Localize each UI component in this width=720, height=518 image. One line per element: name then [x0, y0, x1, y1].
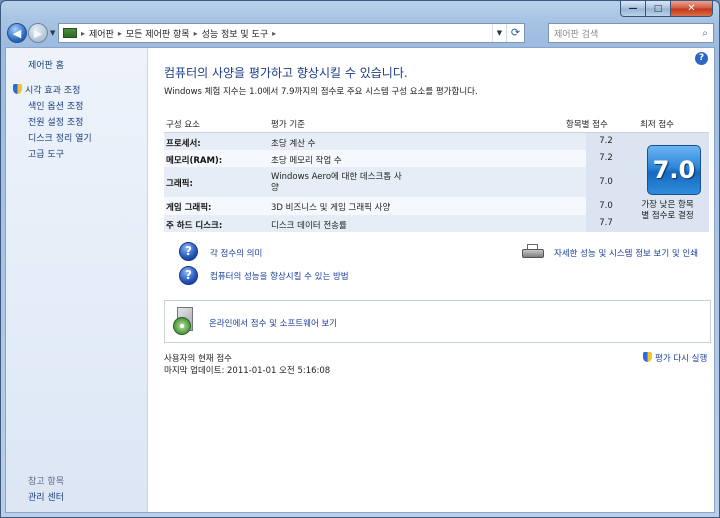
navigation-bar: ◀ ▶ ▼ ▸ 제어판 ▸ 모든 제어판 항목 ▸ 성능 정보 및 도구 ▸ ▼… — [5, 21, 715, 47]
refresh-icon[interactable]: ⟳ — [506, 24, 524, 42]
printer-icon[interactable] — [522, 244, 544, 260]
sidebar-item-visual-effects[interactable]: 시각 효과 조정 — [13, 83, 80, 96]
rerun-label: 평가 다시 실행 — [655, 354, 708, 364]
address-dropdown-icon[interactable]: ▼ — [492, 24, 506, 42]
current-score-label: 사용자의 현재 점수 — [164, 354, 232, 364]
table-row — [164, 133, 626, 150]
breadcrumb-all-items[interactable]: 모든 제어판 항목 — [123, 27, 193, 40]
window-frame: — □ ✕ ◀ ▶ ▼ ▸ 제어판 ▸ 모든 제어판 항목 ▸ 성능 정보 및 … — [0, 0, 720, 518]
row-component: 주 하드 디스크: — [166, 221, 223, 231]
row-score: 7.2 — [586, 133, 626, 150]
main-panel: ? 컴퓨터의 사양을 평가하고 향상시킬 수 있습니다. Windows 체험 … — [149, 48, 714, 512]
detailed-info-link[interactable]: 자세한 성능 및 시스템 정보 보기 및 인쇄 — [554, 247, 698, 259]
help-icon[interactable]: ? — [695, 52, 708, 65]
control-panel-icon — [63, 28, 77, 38]
software-disc-icon — [173, 307, 195, 337]
row-score: 7.0 — [586, 167, 626, 197]
row-description: 3D 비즈니스 및 게임 그래픽 사양 — [271, 203, 391, 213]
table-row — [164, 197, 626, 215]
base-score-caption-line2: 별 점수로 결정 — [641, 211, 694, 221]
table-row — [164, 150, 626, 167]
back-button[interactable]: ◀ — [7, 23, 27, 43]
address-bar[interactable]: ▸ 제어판 ▸ 모든 제어판 항목 ▸ 성능 정보 및 도구 ▸ ▼ ⟳ — [58, 23, 525, 43]
magnifier-icon[interactable]: ⌕ — [697, 28, 713, 39]
question-help-icon[interactable]: ? — [179, 266, 198, 285]
row-component: 메모리(RAM): — [166, 156, 223, 166]
base-score-caption: 가장 낮은 항목 별 점수로 결정 — [626, 200, 709, 222]
sidebar-item-power-settings[interactable]: 전원 설정 조정 — [28, 115, 83, 128]
last-update-label: 마지막 업데이트: 2011-01-01 오전 5:16:08 — [164, 366, 331, 376]
improve-performance-link[interactable]: 컴퓨터의 성능을 향상시킬 수 있는 방법 — [210, 270, 349, 282]
question-help-icon[interactable]: ? — [179, 242, 198, 261]
row-component: 게임 그래픽: — [166, 203, 212, 213]
intro-text: Windows 체험 지수는 1.0에서 7.9까지의 점수로 주요 시스템 구… — [164, 87, 478, 97]
sidebar-item-disk-cleanup[interactable]: 디스크 정리 열기 — [28, 131, 92, 144]
breadcrumb-control-panel[interactable]: 제어판 — [86, 27, 117, 40]
uac-shield-icon — [13, 84, 22, 94]
row-description: 초당 메모리 작업 수 — [271, 156, 342, 166]
row-component: 그래픽: — [166, 179, 193, 189]
sidebar-item-advanced-tools[interactable]: 고급 도구 — [28, 147, 64, 160]
table-row — [164, 215, 626, 232]
header-subscore: 항목별 점수 — [566, 120, 608, 130]
search-input[interactable]: 제어판 검색 — [554, 27, 697, 40]
row-description: Windows Aero에 대한 데스크톱 사 — [271, 172, 402, 182]
uac-shield-icon — [643, 352, 652, 362]
header-rated: 평가 기준 — [271, 120, 305, 130]
row-score: 7.7 — [586, 215, 626, 232]
row-description: 디스크 데이터 전송률 — [271, 221, 347, 231]
row-score: 7.2 — [586, 150, 626, 167]
see-also-heading: 참고 항목 — [28, 477, 64, 487]
row-score: 7.0 — [586, 197, 626, 215]
row-component: 프로세서: — [166, 139, 201, 149]
forward-button[interactable]: ▶ — [28, 23, 48, 43]
content-area: 제어판 홈 시각 효과 조정 색인 옵션 조정 전원 설정 조정 디스크 정리 … — [5, 47, 715, 513]
maximize-button[interactable]: □ — [646, 1, 671, 17]
header-component: 구성 요소 — [166, 120, 200, 130]
page-title: 컴퓨터의 사양을 평가하고 향상시킬 수 있습니다. — [164, 66, 408, 80]
sidebar-item-label: 시각 효과 조정 — [25, 86, 81, 96]
row-description: 초당 계산 수 — [271, 139, 316, 149]
sidebar: 제어판 홈 시각 효과 조정 색인 옵션 조정 전원 설정 조정 디스크 정리 … — [6, 48, 148, 512]
caption-buttons: — □ ✕ — [620, 1, 713, 17]
recent-pages-dropdown-icon[interactable]: ▼ — [50, 29, 55, 37]
close-button[interactable]: ✕ — [671, 1, 713, 17]
header-base-score: 최저 점수 — [640, 120, 674, 130]
breadcrumb-separator[interactable]: ▸ — [271, 29, 277, 38]
minimize-button[interactable]: — — [620, 1, 646, 17]
base-score-badge: 7.0 — [647, 145, 701, 195]
sidebar-home-link[interactable]: 제어판 홈 — [28, 58, 64, 71]
rerun-assessment-link[interactable]: 평가 다시 실행 — [643, 352, 707, 364]
base-score-caption-line1: 가장 낮은 항목 — [641, 200, 694, 210]
sidebar-item-action-center[interactable]: 관리 센터 — [28, 490, 64, 503]
base-score-panel: 7.0 가장 낮은 항목 별 점수로 결정 — [626, 133, 709, 232]
search-box[interactable]: 제어판 검색 ⌕ — [548, 23, 714, 43]
breadcrumb-performance[interactable]: 성능 정보 및 도구 — [199, 27, 272, 40]
online-scores-link[interactable]: 온라인에서 점수 및 소프트웨어 보기 — [209, 317, 337, 329]
online-scores-box[interactable]: 온라인에서 점수 및 소프트웨어 보기 — [164, 300, 711, 343]
score-meaning-link[interactable]: 각 점수의 의미 — [210, 247, 262, 259]
row-description-line2: 양 — [271, 183, 279, 193]
sidebar-item-index-options[interactable]: 색인 옵션 조정 — [28, 99, 83, 112]
